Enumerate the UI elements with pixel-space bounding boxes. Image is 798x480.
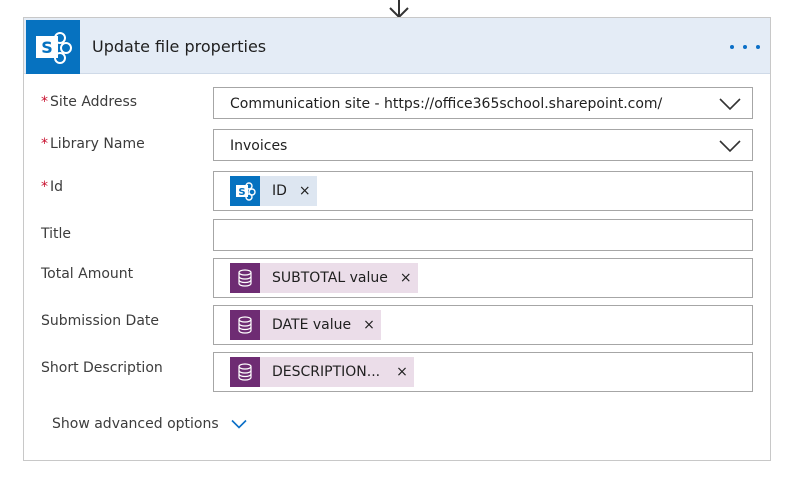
- site-address-value: Communication site - https://office365sc…: [230, 96, 663, 112]
- id-token[interactable]: S ID ×: [230, 176, 317, 206]
- sharepoint-icon: S: [26, 20, 80, 74]
- sharepoint-icon: S: [230, 176, 260, 206]
- description-token[interactable]: DESCRIPTION... ×: [230, 357, 414, 387]
- remove-token-icon[interactable]: ×: [299, 183, 311, 199]
- action-card: S Update file properties * Site Address C…: [23, 17, 771, 461]
- library-name-label: * Library Name: [41, 136, 145, 152]
- subtotal-token[interactable]: SUBTOTAL value ×: [230, 263, 418, 293]
- required-indicator: *: [41, 94, 48, 110]
- date-token[interactable]: DATE value ×: [230, 310, 381, 340]
- chevron-down-icon[interactable]: [718, 97, 742, 111]
- more-options-icon[interactable]: [730, 40, 760, 54]
- database-icon: [230, 310, 260, 340]
- total-amount-label: Total Amount: [41, 266, 134, 282]
- required-indicator: *: [41, 136, 48, 152]
- svg-text:S: S: [41, 38, 53, 57]
- site-address-label: * Site Address: [41, 94, 138, 110]
- submission-date-label: Submission Date: [41, 313, 160, 329]
- chevron-down-icon: [231, 419, 247, 429]
- id-field[interactable]: S ID ×: [213, 171, 753, 211]
- remove-token-icon[interactable]: ×: [400, 270, 412, 286]
- date-token-label: DATE value: [272, 317, 352, 333]
- id-token-label: ID: [272, 183, 287, 199]
- remove-token-icon[interactable]: ×: [363, 317, 375, 333]
- chevron-down-icon[interactable]: [718, 139, 742, 153]
- submission-date-field[interactable]: DATE value ×: [213, 305, 753, 345]
- card-title: Update file properties: [92, 37, 267, 56]
- svg-text:S: S: [238, 187, 245, 198]
- short-description-field[interactable]: DESCRIPTION... ×: [213, 352, 753, 392]
- title-label: Title: [41, 226, 72, 242]
- site-address-dropdown[interactable]: Communication site - https://office365sc…: [213, 87, 753, 119]
- library-name-value: Invoices: [230, 138, 288, 154]
- required-indicator: *: [41, 179, 48, 195]
- title-input[interactable]: [213, 219, 753, 251]
- subtotal-token-label: SUBTOTAL value: [272, 270, 388, 286]
- id-label: * Id: [41, 179, 64, 195]
- database-icon: [230, 263, 260, 293]
- remove-token-icon[interactable]: ×: [396, 364, 408, 380]
- library-name-dropdown[interactable]: Invoices: [213, 129, 753, 161]
- database-icon: [230, 357, 260, 387]
- description-token-label: DESCRIPTION...: [272, 364, 381, 380]
- show-advanced-options-label: Show advanced options: [52, 416, 219, 432]
- show-advanced-options-link[interactable]: Show advanced options: [52, 416, 247, 432]
- total-amount-field[interactable]: SUBTOTAL value ×: [213, 258, 753, 298]
- card-header[interactable]: S Update file properties: [24, 18, 770, 74]
- short-description-label: Short Description: [41, 360, 163, 376]
